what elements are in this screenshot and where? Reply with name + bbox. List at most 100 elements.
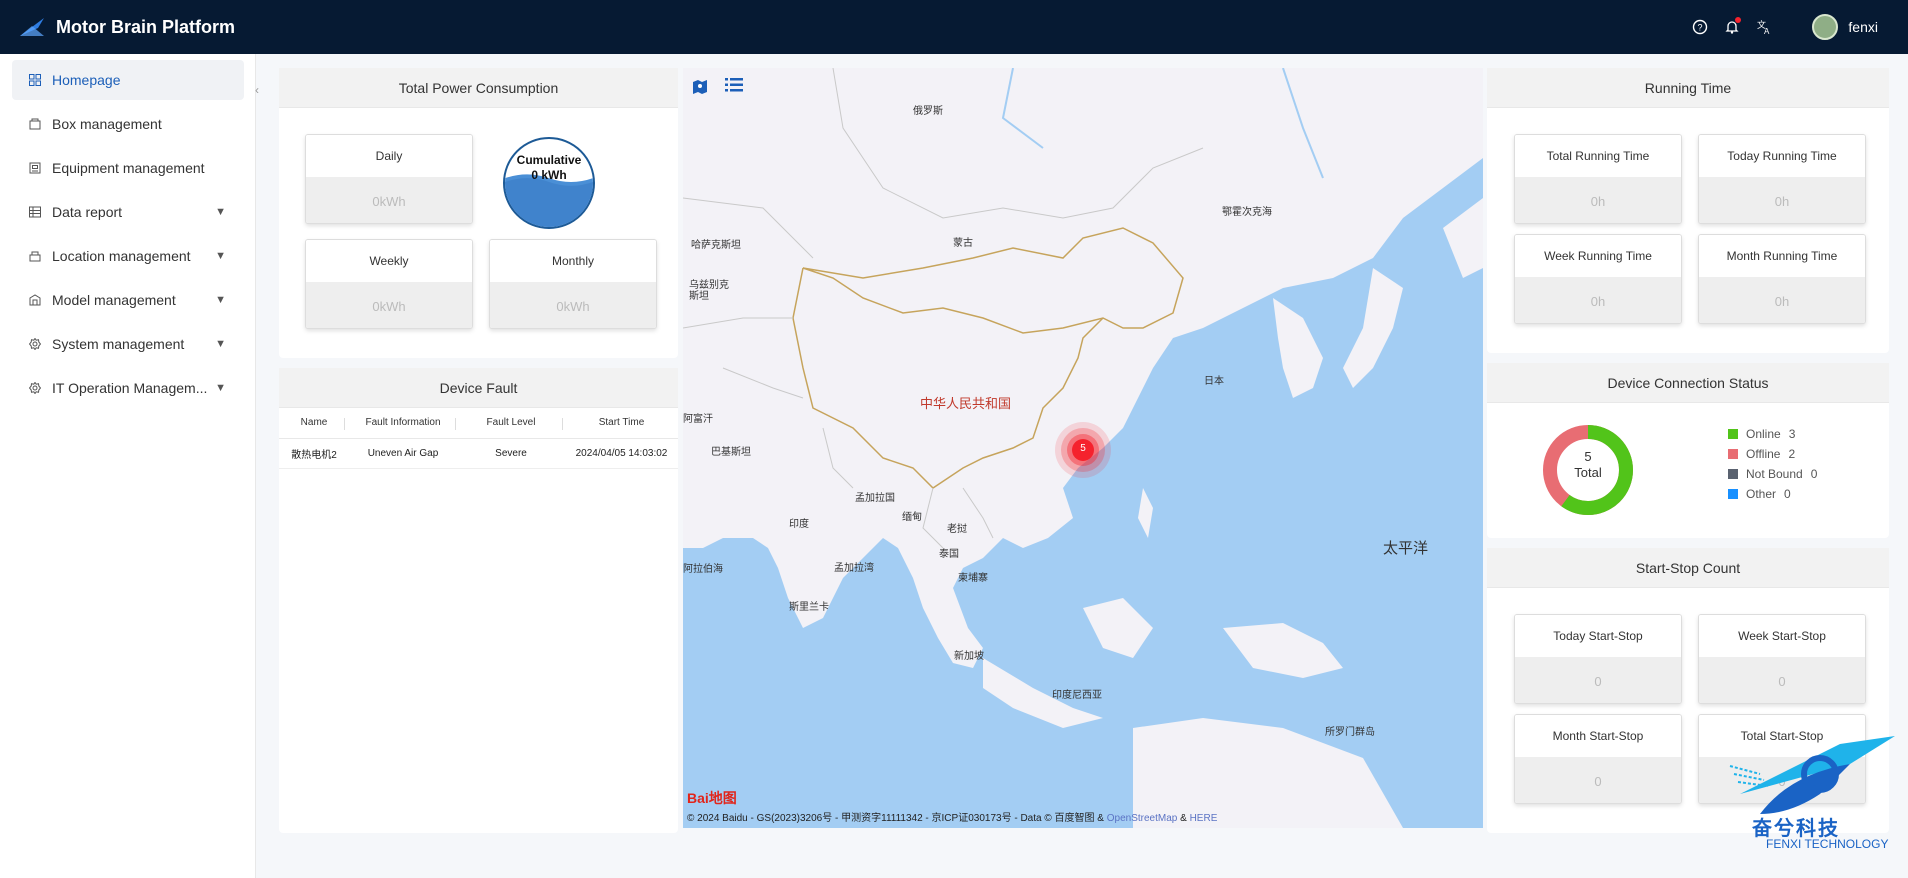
today-start-stop-label: Today Start-Stop bbox=[1515, 615, 1681, 657]
svg-text:?: ? bbox=[1698, 23, 1703, 33]
chevron-down-icon: ▼ bbox=[215, 382, 226, 394]
chevron-down-icon: ▼ bbox=[215, 250, 226, 262]
fault-info: Uneven Air Gap bbox=[349, 438, 457, 469]
help-icon[interactable]: ? bbox=[1684, 11, 1716, 43]
fault-level: Severe bbox=[457, 438, 565, 469]
map-location-icon[interactable] bbox=[691, 78, 713, 100]
donut-total-number: 5 bbox=[1584, 449, 1592, 464]
map-label: 蒙古 bbox=[953, 238, 973, 249]
legend-swatch bbox=[1728, 469, 1738, 479]
power-panel-title: Total Power Consumption bbox=[279, 68, 678, 108]
month-start-stop-label: Month Start-Stop bbox=[1515, 715, 1681, 757]
legend-item-other[interactable]: Other 0 bbox=[1728, 487, 1791, 501]
column-header[interactable]: Start Time bbox=[565, 408, 678, 439]
table-icon bbox=[28, 205, 42, 219]
map-label: 印度尼西亚 bbox=[1052, 690, 1102, 701]
map-view[interactable]: 俄罗斯 哈萨克斯坦 蒙古 乌兹别克斯坦 中华人民共和国 阿富汗 巴基斯坦 印度 … bbox=[683, 68, 1483, 828]
legend-label: Other bbox=[1746, 487, 1777, 501]
month-start-stop-value: 0 bbox=[1515, 757, 1681, 803]
chevron-down-icon: ▼ bbox=[215, 294, 226, 306]
sidebar-item-label: System management bbox=[52, 336, 185, 352]
chevron-down-icon: ▼ bbox=[215, 206, 226, 218]
amp-text: & bbox=[1180, 813, 1187, 824]
daily-label: Daily bbox=[306, 135, 472, 177]
monthly-value: 0kWh bbox=[490, 282, 656, 328]
daily-card: Daily 0kWh bbox=[305, 134, 473, 224]
legend-swatch bbox=[1728, 449, 1738, 459]
week-running-label: Week Running Time bbox=[1515, 235, 1681, 277]
sidebar-item-location-management[interactable]: Location management ▼ bbox=[12, 236, 244, 276]
cluster-count: 5 bbox=[1080, 443, 1086, 454]
map-label: 阿富汗 bbox=[683, 414, 713, 425]
legend-label: Offline bbox=[1746, 447, 1781, 461]
column-header[interactable]: Fault Information bbox=[349, 408, 457, 439]
sidebar-item-it-operation-management[interactable]: IT Operation Managem... ▼ bbox=[12, 368, 244, 408]
equipment-icon bbox=[28, 161, 42, 175]
column-header[interactable]: Name bbox=[279, 408, 349, 439]
sidebar-item-label: IT Operation Managem... bbox=[52, 380, 208, 396]
legend-item-not-bound[interactable]: Not Bound 0 bbox=[1728, 467, 1817, 481]
cumulative-gauge: Cumulative 0 kWh bbox=[503, 137, 595, 229]
map-label: 老挝 bbox=[947, 524, 967, 535]
weekly-label: Weekly bbox=[306, 240, 472, 282]
translate-icon[interactable]: 文A bbox=[1748, 11, 1780, 43]
osm-link[interactable]: OpenStreetMap bbox=[1107, 813, 1178, 824]
avatar[interactable] bbox=[1812, 14, 1839, 40]
week-start-stop-card: Week Start-Stop 0 bbox=[1698, 614, 1866, 704]
sidebar-item-equipment-management[interactable]: Equipment management bbox=[12, 148, 244, 188]
sidebar-item-data-report[interactable]: Data report ▼ bbox=[12, 192, 244, 232]
table-row[interactable]: 散热电机2 Uneven Air Gap Severe 2024/04/05 1… bbox=[279, 438, 678, 469]
monthly-label: Monthly bbox=[490, 240, 656, 282]
sidebar-item-box-management[interactable]: Box management bbox=[12, 104, 244, 144]
sidebar: Homepage Box management Equipment manage… bbox=[0, 54, 256, 878]
top-bar: Motor Brain Platform ? 文A fenxi bbox=[0, 0, 1908, 54]
device-fault-title: Device Fault bbox=[279, 368, 678, 408]
svg-text:A: A bbox=[1764, 27, 1770, 35]
collapse-sidebar-icon[interactable]: ‹ bbox=[248, 78, 266, 102]
today-start-stop-value: 0 bbox=[1515, 657, 1681, 703]
brand-name-en: FENXI TECHNOLOGY bbox=[1766, 837, 1889, 851]
map-label: 日本 bbox=[1204, 376, 1224, 387]
gauge-text: Cumulative 0 kWh bbox=[505, 153, 593, 183]
baidu-map-logo: Bai地图 bbox=[687, 790, 737, 806]
donut-total-label: Total bbox=[1574, 465, 1602, 480]
map-label: 巴基斯坦 bbox=[711, 447, 751, 458]
legend-value: 0 bbox=[1784, 487, 1791, 501]
legend-swatch bbox=[1728, 489, 1738, 499]
app-logo[interactable]: Motor Brain Platform bbox=[18, 16, 235, 38]
connection-status-title: Device Connection Status bbox=[1487, 363, 1889, 403]
cumulative-value: 0 kWh bbox=[531, 168, 567, 182]
map-label: 哈萨克斯坦 bbox=[691, 240, 741, 251]
legend-item-online[interactable]: Online 3 bbox=[1728, 427, 1795, 441]
fault-table: Name Fault Information Fault Level Start… bbox=[279, 408, 678, 469]
legend-value: 3 bbox=[1788, 427, 1796, 441]
legend-item-offline[interactable]: Offline 2 bbox=[1728, 447, 1795, 461]
sidebar-item-model-management[interactable]: Model management ▼ bbox=[12, 280, 244, 320]
bell-icon[interactable] bbox=[1716, 11, 1748, 43]
today-running-label: Today Running Time bbox=[1699, 135, 1865, 177]
total-running-label: Total Running Time bbox=[1515, 135, 1681, 177]
username[interactable]: fenxi bbox=[1848, 19, 1878, 35]
sidebar-item-system-management[interactable]: System management ▼ bbox=[12, 324, 244, 364]
sidebar-item-label: Homepage bbox=[52, 72, 121, 88]
weekly-card: Weekly 0kWh bbox=[305, 239, 473, 329]
column-header[interactable]: Fault Level bbox=[457, 408, 565, 439]
map-label: 孟加拉湾 bbox=[834, 563, 874, 574]
map-label: 所罗门群岛 bbox=[1325, 727, 1375, 738]
monthly-card: Monthly 0kWh bbox=[489, 239, 657, 329]
gear-icon bbox=[28, 381, 42, 395]
legend-label: Not Bound bbox=[1746, 467, 1803, 481]
total-running-card: Total Running Time 0h bbox=[1514, 134, 1682, 224]
map-label: 太平洋 bbox=[1383, 540, 1429, 557]
box-icon bbox=[28, 117, 42, 131]
week-running-card: Week Running Time 0h bbox=[1514, 234, 1682, 324]
copyright-text: © 2024 Baidu - GS(2023)3206号 - 甲测资字11111… bbox=[687, 813, 1104, 824]
map-label: 新加坡 bbox=[954, 651, 984, 662]
here-link[interactable]: HERE bbox=[1190, 813, 1218, 824]
today-running-card: Today Running Time 0h bbox=[1698, 134, 1866, 224]
map-list-icon[interactable] bbox=[725, 78, 747, 100]
donut-center-text: 5 Total bbox=[1542, 449, 1634, 481]
notification-dot bbox=[1735, 17, 1742, 23]
sidebar-item-homepage[interactable]: Homepage bbox=[12, 60, 244, 100]
cumulative-label: Cumulative bbox=[516, 153, 582, 167]
